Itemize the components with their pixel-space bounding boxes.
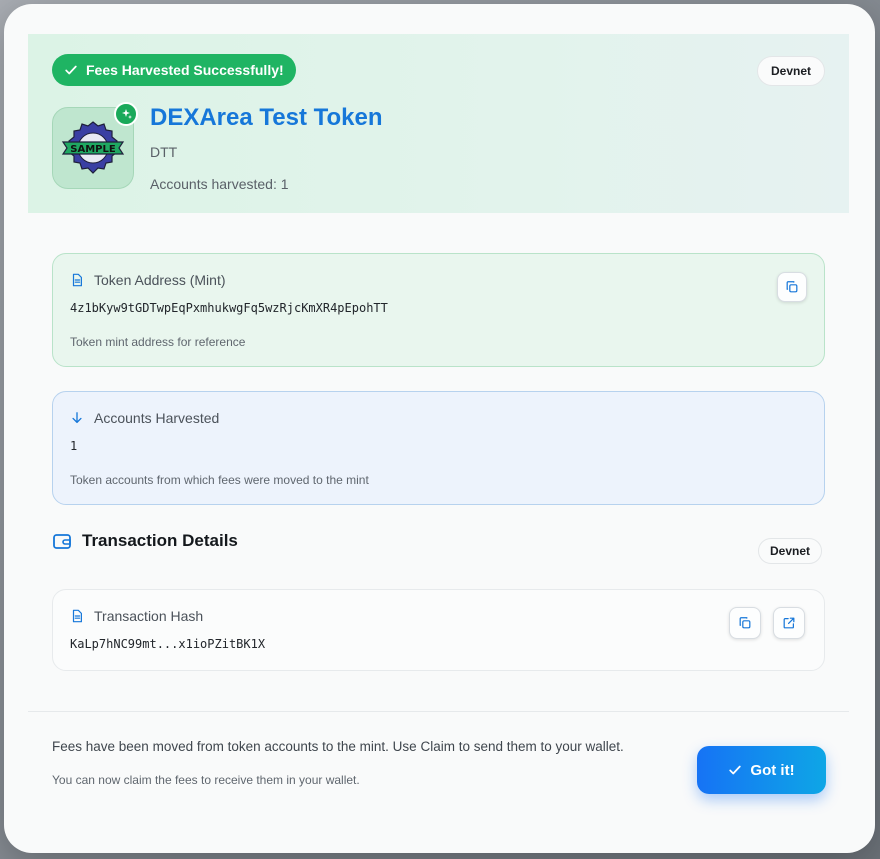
mint-address-note: Token mint address for reference	[70, 335, 246, 349]
copy-mint-button[interactable]	[777, 272, 807, 302]
footer-sub-message: You can now claim the fees to receive th…	[52, 773, 360, 787]
accounts-harvested-card: Accounts Harvested 1 Token accounts from…	[52, 391, 825, 505]
accounts-harvested-label-text: Accounts Harvested	[94, 410, 220, 426]
harvest-success-dialog: Fees Harvested Successfully! Devnet SAMP…	[4, 4, 875, 853]
mint-address-card: Token Address (Mint) 4z1bKyw9tGDTwpEqPxm…	[52, 253, 825, 367]
transaction-network-badge: Devnet	[758, 538, 823, 564]
mint-address-label: Token Address (Mint)	[70, 272, 226, 288]
transaction-details-title: Transaction Details	[82, 531, 238, 550]
got-it-button-label: Got it!	[750, 761, 795, 779]
dialog-header: Fees Harvested Successfully! Devnet SAMP…	[28, 34, 849, 213]
success-badge: Fees Harvested Successfully!	[52, 54, 296, 86]
token-name: DEXArea Test Token	[150, 104, 383, 131]
logo-text: SAMPLE	[70, 144, 116, 155]
transaction-hash-label: Transaction Hash	[70, 608, 203, 624]
copy-icon	[739, 617, 751, 629]
check-icon	[65, 65, 77, 75]
accounts-harvested-value: 1	[70, 439, 78, 453]
wallet-icon	[53, 534, 71, 549]
success-badge-label: Fees Harvested Successfully!	[86, 62, 284, 78]
footer-message: Fees have been moved from token accounts…	[52, 739, 624, 754]
open-explorer-button[interactable]	[773, 607, 805, 639]
sample-seal-logo: SAMPLE	[61, 121, 125, 174]
transaction-hash-label-text: Transaction Hash	[94, 608, 204, 624]
copy-icon	[786, 281, 798, 293]
copy-transaction-hash-button[interactable]	[729, 607, 761, 639]
accounts-harvested-note: Token accounts from which fees were move…	[70, 473, 369, 487]
logo-status-badge	[114, 102, 138, 126]
document-icon	[72, 609, 82, 623]
transaction-details-heading: Transaction Details	[52, 531, 238, 551]
document-icon	[72, 273, 82, 287]
transaction-hash-value: KaLp7hNC99mt...x1ioPZitBK1X	[70, 637, 266, 651]
accounts-harvested-summary: Accounts harvested: 1	[150, 176, 289, 192]
got-it-button[interactable]: Got it!	[697, 746, 826, 794]
arrow-down-icon	[72, 412, 82, 424]
sparkle-icon	[122, 109, 132, 119]
external-link-icon	[783, 617, 795, 629]
footer-divider	[28, 711, 849, 712]
token-symbol: DTT	[150, 144, 178, 160]
check-icon	[729, 765, 742, 775]
transaction-hash-card: Transaction Hash KaLp7hNC99mt...x1ioPZit…	[52, 589, 825, 671]
accounts-harvested-label: Accounts Harvested	[70, 410, 219, 426]
mint-address-label-text: Token Address (Mint)	[94, 272, 226, 288]
mint-address-value: 4z1bKyw9tGDTwpEqPxmhukwgFq5wzRjcKmXR4pEp…	[70, 301, 388, 315]
network-badge: Devnet	[756, 56, 825, 86]
